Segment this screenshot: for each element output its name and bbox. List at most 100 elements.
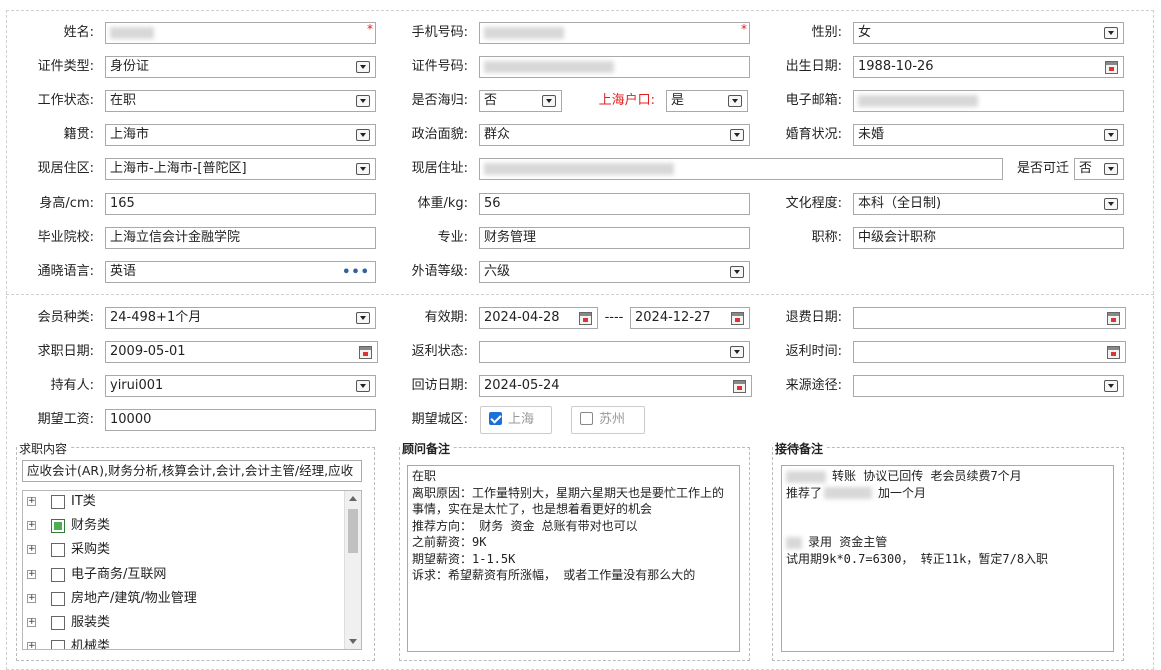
refund-date-input[interactable] xyxy=(853,307,1126,329)
validity-label: 有效期: xyxy=(424,310,468,325)
calendar-icon[interactable] xyxy=(1107,312,1120,325)
rebate-time-input[interactable] xyxy=(853,341,1126,363)
chevron-down-icon[interactable] xyxy=(1104,198,1118,210)
chevron-down-icon[interactable] xyxy=(730,346,744,358)
redacted-text xyxy=(786,470,826,483)
validity-end-input[interactable]: 2024-12-27 xyxy=(630,307,750,329)
chevron-down-icon[interactable] xyxy=(1104,129,1118,141)
political-select[interactable]: 群众 xyxy=(479,124,750,146)
name-input[interactable]: * xyxy=(105,22,376,44)
chevron-down-icon[interactable] xyxy=(730,266,744,278)
relocate-select[interactable]: 否 xyxy=(1074,158,1124,180)
tree-item-ecommerce[interactable]: + 电子商务/互联网 xyxy=(23,565,343,585)
chevron-down-icon[interactable] xyxy=(1104,380,1118,392)
chevron-down-icon[interactable] xyxy=(356,95,370,107)
job-content-summary[interactable]: 应收会计(AR),财务分析,核算会计,会计,会计主管/经理,应收 xyxy=(22,460,362,482)
returnee-select[interactable]: 否 xyxy=(479,90,562,112)
expand-icon[interactable]: + xyxy=(27,618,36,627)
visit-date-input[interactable]: 2024-05-24 xyxy=(479,375,752,397)
language-level-select[interactable]: 六级 xyxy=(479,261,750,283)
work-status-select[interactable]: 在职 xyxy=(105,90,376,112)
calendar-icon[interactable] xyxy=(359,346,372,359)
calendar-icon[interactable] xyxy=(1105,61,1118,74)
expand-icon[interactable]: + xyxy=(27,497,36,506)
expand-icon[interactable]: + xyxy=(27,570,36,579)
chevron-down-icon[interactable] xyxy=(730,129,744,141)
holder-select[interactable]: yirui001 xyxy=(105,375,376,397)
scroll-up-icon[interactable] xyxy=(349,496,357,501)
gender-select[interactable]: 女 xyxy=(853,22,1124,44)
job-title-input[interactable]: 中级会计职称 xyxy=(853,227,1124,249)
tree-item-label: 服装类 xyxy=(71,615,111,630)
expand-icon[interactable]: + xyxy=(27,545,36,554)
job-date-input[interactable]: 2009-05-01 xyxy=(105,341,378,363)
tree-item-finance[interactable]: + 财务类 xyxy=(23,516,343,536)
major-input[interactable]: 财务管理 xyxy=(479,227,750,249)
tree-item-clothing[interactable]: + 服装类 xyxy=(23,613,343,633)
scroll-thumb[interactable] xyxy=(348,509,358,553)
language-input[interactable]: 英语 ••• xyxy=(105,261,376,283)
checkbox-partial-icon[interactable] xyxy=(51,519,65,533)
school-value: 上海立信会计金融学院 xyxy=(110,230,241,245)
chevron-down-icon[interactable] xyxy=(1104,163,1118,175)
note-line-text: 推荐了 xyxy=(786,485,823,500)
marital-label: 婚育状况: xyxy=(785,127,842,142)
height-input[interactable]: 165 xyxy=(105,193,376,215)
rebate-status-select[interactable] xyxy=(479,341,750,363)
refund-date-label: 退费日期: xyxy=(785,310,842,325)
area-select[interactable]: 上海市-上海市-[普陀区] xyxy=(105,158,376,180)
calendar-icon[interactable] xyxy=(731,312,744,325)
chevron-down-icon[interactable] xyxy=(1104,27,1118,39)
member-type-select[interactable]: 24-498+1个月 xyxy=(105,307,376,329)
email-input[interactable] xyxy=(853,90,1124,112)
city-suzhou-checkbox[interactable]: 苏州 xyxy=(571,406,645,434)
city-shanghai-checkbox[interactable]: 上海 xyxy=(480,406,552,434)
tree-scrollbar[interactable] xyxy=(344,491,361,649)
visit-date-label: 回访日期: xyxy=(411,378,468,393)
expand-icon[interactable]: + xyxy=(27,594,36,603)
validity-start-input[interactable]: 2024-04-28 xyxy=(479,307,598,329)
scroll-down-icon[interactable] xyxy=(349,639,357,644)
chevron-down-icon[interactable] xyxy=(356,312,370,324)
checkbox-icon[interactable] xyxy=(51,543,65,557)
phone-input[interactable]: * xyxy=(479,22,750,44)
political-value: 群众 xyxy=(484,127,511,142)
reception-notes-textarea[interactable]: 转账 协议已回传 老会员续费7个月 推荐了 加一个月 录用 资金主管 试用期9k*… xyxy=(781,465,1114,652)
tree-item-realestate[interactable]: + 房地产/建筑/物业管理 xyxy=(23,589,343,609)
checkbox-icon[interactable] xyxy=(51,568,65,582)
checkbox-icon[interactable] xyxy=(51,616,65,630)
redacted-text xyxy=(484,60,614,73)
weight-input[interactable]: 56 xyxy=(479,193,750,215)
salary-input[interactable]: 10000 xyxy=(105,409,376,431)
calendar-icon[interactable] xyxy=(733,380,746,393)
education-select[interactable]: 本科（全日制) xyxy=(853,193,1124,215)
chevron-down-icon[interactable] xyxy=(728,95,742,107)
school-input[interactable]: 上海立信会计金融学院 xyxy=(105,227,376,249)
tree-item-it[interactable]: + IT类 xyxy=(23,492,343,512)
birth-date-input[interactable]: 1988-10-26 xyxy=(853,56,1124,78)
expand-icon[interactable]: + xyxy=(27,642,36,649)
marital-select[interactable]: 未婚 xyxy=(853,124,1124,146)
calendar-icon[interactable] xyxy=(579,312,592,325)
hukou-select[interactable]: 是 xyxy=(666,90,748,112)
chevron-down-icon[interactable] xyxy=(356,61,370,73)
chevron-down-icon[interactable] xyxy=(356,129,370,141)
chevron-down-icon[interactable] xyxy=(356,163,370,175)
source-select[interactable] xyxy=(853,375,1124,397)
tree-item-purchasing[interactable]: + 采购类 xyxy=(23,540,343,560)
idno-input[interactable] xyxy=(479,56,750,78)
checkbox-icon[interactable] xyxy=(51,592,65,606)
chevron-down-icon[interactable] xyxy=(542,95,556,107)
more-icon[interactable]: ••• xyxy=(342,263,370,282)
address-input[interactable] xyxy=(479,158,1003,180)
chevron-down-icon[interactable] xyxy=(356,380,370,392)
calendar-icon[interactable] xyxy=(1107,346,1120,359)
checkbox-icon[interactable] xyxy=(51,495,65,509)
checkbox-icon[interactable] xyxy=(51,640,65,649)
tree-item-machinery[interactable]: + 机械类 xyxy=(23,637,343,649)
native-select[interactable]: 上海市 xyxy=(105,124,376,146)
advisor-notes-textarea[interactable]: 在职 离职原因：工作量特别大，星期六星期天也是要忙工作上的事情，实在是太忙了，也… xyxy=(407,465,740,652)
expand-icon[interactable]: + xyxy=(27,521,36,530)
idtype-select[interactable]: 身份证 xyxy=(105,56,376,78)
email-label: 电子邮箱: xyxy=(785,93,842,108)
